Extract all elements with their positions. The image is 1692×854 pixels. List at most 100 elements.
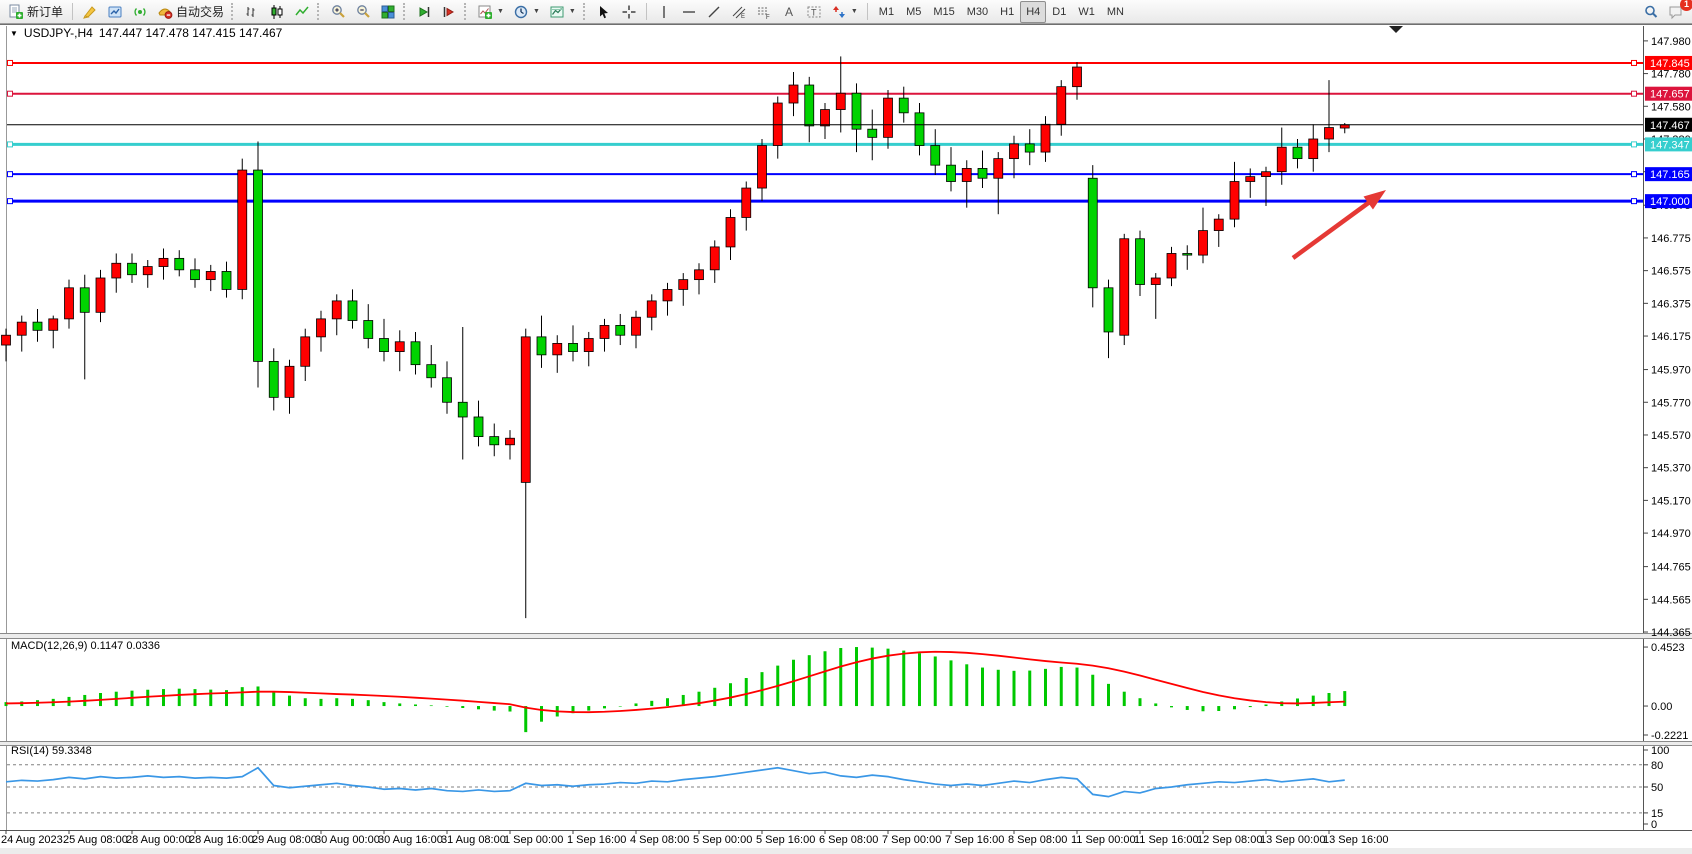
timeframe-m1-button[interactable]: M1 — [873, 1, 900, 23]
rsi-indicator-label: RSI(14) 59.3348 — [11, 745, 92, 757]
svg-text:50: 50 — [1651, 782, 1663, 794]
svg-text:T: T — [811, 7, 817, 17]
svg-text:24 Aug 2023: 24 Aug 2023 — [1, 834, 63, 846]
svg-text:146.175: 146.175 — [1651, 331, 1691, 343]
arrows-shapes-button[interactable]: ▼ — [827, 1, 862, 23]
svg-text:0: 0 — [1651, 819, 1657, 831]
svg-text:145.370: 145.370 — [1651, 463, 1691, 475]
svg-text:147.467: 147.467 — [1650, 120, 1690, 132]
autotrading-button[interactable]: 自动交易 — [153, 1, 228, 23]
trendline-button[interactable] — [702, 1, 726, 23]
new-order-button[interactable]: 新订单 — [4, 1, 67, 23]
channel-icon: E — [731, 4, 747, 20]
mt4-application-window: { "toolbar": { "new_order": "新订单", "auto… — [0, 0, 1692, 854]
timeframe-group: M1M5M15M30H1H4D1W1MN — [873, 1, 1130, 23]
timeframe-w1-button[interactable]: W1 — [1072, 1, 1101, 23]
broadcast-button[interactable] — [128, 1, 152, 23]
zoom-in-button[interactable] — [326, 1, 350, 23]
svg-text:-0.2221: -0.2221 — [1651, 730, 1688, 742]
cursor-button[interactable] — [592, 1, 616, 23]
svg-text:30 Aug 16:00: 30 Aug 16:00 — [378, 834, 443, 846]
horizontal-line-147.657[interactable] — [7, 91, 1643, 96]
svg-text:147.657: 147.657 — [1650, 89, 1690, 101]
time-axis[interactable]: 24 Aug 202325 Aug 08:0028 Aug 00:0028 Au… — [1, 830, 1388, 846]
candlestick-chart-icon — [269, 4, 285, 20]
chart-shift-marker-icon[interactable] — [1389, 26, 1403, 33]
horizontal-line-147.845[interactable] — [7, 60, 1643, 65]
chart-window-button[interactable] — [103, 1, 127, 23]
svg-text:6 Sep 08:00: 6 Sep 08:00 — [819, 834, 878, 846]
timeframe-m5-button[interactable]: M5 — [900, 1, 927, 23]
macd-indicator-label: MACD(12,26,9) 0.1147 0.0336 — [11, 640, 160, 652]
main-toolbar: 新订单 自动交易 — [0, 0, 1692, 24]
horizontal-line-icon — [681, 4, 697, 20]
crosshair-button[interactable] — [617, 1, 641, 23]
periods-button[interactable]: ▼ — [509, 1, 544, 23]
styler-button[interactable] — [78, 1, 102, 23]
timeframe-h4-button[interactable]: H4 — [1020, 1, 1046, 23]
svg-text:5 Sep 16:00: 5 Sep 16:00 — [756, 834, 815, 846]
tile-windows-button[interactable] — [376, 1, 400, 23]
svg-text:1 Sep 16:00: 1 Sep 16:00 — [567, 834, 626, 846]
svg-text:147.347: 147.347 — [1650, 139, 1690, 151]
svg-text:146.575: 146.575 — [1651, 266, 1691, 278]
horizontal-line-147.000[interactable] — [7, 199, 1643, 204]
panel-splitter[interactable] — [0, 741, 1692, 746]
svg-text:8 Sep 08:00: 8 Sep 08:00 — [1008, 834, 1067, 846]
svg-text:147.000: 147.000 — [1650, 196, 1690, 208]
candlestick-chart-button[interactable] — [265, 1, 289, 23]
template-icon — [549, 4, 565, 20]
tile-windows-icon — [380, 4, 396, 20]
horizontal-line-147.165[interactable] — [7, 172, 1643, 177]
horizontal-line-147.347[interactable] — [7, 142, 1643, 147]
svg-text:13 Sep 16:00: 13 Sep 16:00 — [1323, 834, 1388, 846]
vertical-line-button[interactable] — [652, 1, 676, 23]
timeframe-mn-button[interactable]: MN — [1101, 1, 1130, 23]
equidistant-channel-button[interactable]: E — [727, 1, 751, 23]
auto-scroll-button[interactable] — [412, 1, 436, 23]
panel-splitter[interactable] — [0, 633, 1692, 639]
svg-text:145.770: 145.770 — [1651, 397, 1691, 409]
svg-text:5 Sep 00:00: 5 Sep 00:00 — [693, 834, 752, 846]
svg-text:147.580: 147.580 — [1651, 101, 1691, 113]
svg-text:31 Aug 08:00: 31 Aug 08:00 — [441, 834, 506, 846]
svg-text:144.565: 144.565 — [1651, 594, 1691, 606]
indicators-button[interactable]: ▼ — [473, 1, 508, 23]
svg-text:30 Aug 00:00: 30 Aug 00:00 — [315, 834, 380, 846]
bar-chart-button[interactable] — [240, 1, 264, 23]
new-order-icon — [8, 4, 24, 20]
horizontal-line-button[interactable] — [677, 1, 701, 23]
search-button[interactable] — [1639, 1, 1663, 23]
svg-text:145.970: 145.970 — [1651, 365, 1691, 377]
svg-text:11 Sep 16:00: 11 Sep 16:00 — [1134, 834, 1199, 846]
svg-text:12 Sep 08:00: 12 Sep 08:00 — [1197, 834, 1262, 846]
dropdown-caret-icon: ▼ — [569, 8, 576, 15]
notifications-button[interactable]: 1 — [1664, 1, 1688, 23]
new-order-label: 新订单 — [27, 3, 63, 20]
templates-button[interactable]: ▼ — [545, 1, 580, 23]
timeframe-m30-button[interactable]: M30 — [961, 1, 994, 23]
timeframe-m15-button[interactable]: M15 — [927, 1, 960, 23]
svg-text:100: 100 — [1651, 745, 1669, 757]
quick-trade-arrow-icon[interactable]: ▼ — [10, 29, 18, 38]
arrows-icon — [831, 4, 847, 20]
zoom-out-button[interactable] — [351, 1, 375, 23]
timeframe-h1-button[interactable]: H1 — [994, 1, 1020, 23]
svg-text:0.4523: 0.4523 — [1651, 642, 1685, 654]
dropdown-caret-icon: ▼ — [533, 8, 540, 15]
fibonacci-icon: F — [756, 4, 772, 20]
broadcast-icon — [132, 4, 148, 20]
timeframe-d1-button[interactable]: D1 — [1046, 1, 1072, 23]
text-label-button[interactable]: T — [802, 1, 826, 23]
chart-shift-button[interactable] — [437, 1, 461, 23]
symbol-period-label: USDJPY-,H4 — [24, 26, 93, 40]
zoom-in-icon — [330, 4, 346, 20]
text-button[interactable]: A — [777, 1, 801, 23]
chart-canvas[interactable]: 147.980147.780147.580147.380147.180146.9… — [0, 24, 1692, 854]
svg-text:13 Sep 00:00: 13 Sep 00:00 — [1260, 834, 1325, 846]
line-chart-button[interactable] — [290, 1, 314, 23]
trendline-icon — [706, 4, 722, 20]
toolbar-separator — [646, 3, 647, 20]
fibonacci-button[interactable]: F — [752, 1, 776, 23]
chart-shift-icon — [441, 4, 457, 20]
